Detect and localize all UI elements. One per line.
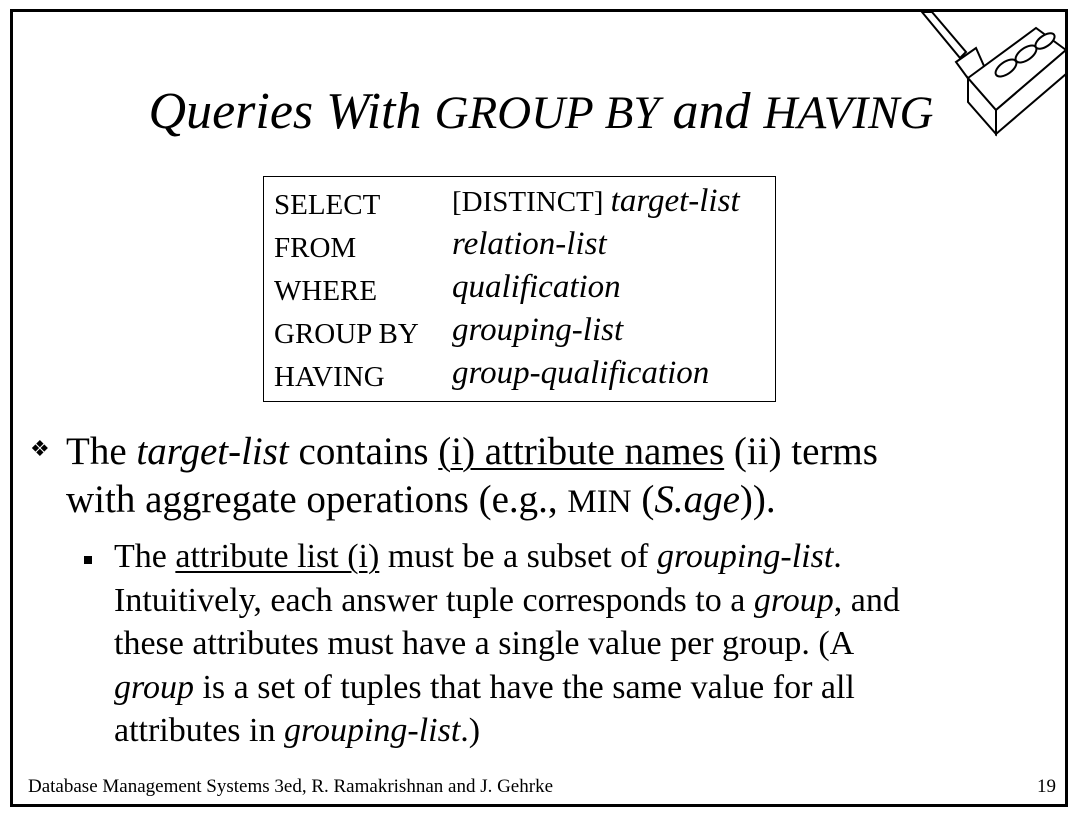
text: .)	[460, 712, 481, 749]
syntax-keyword: GROUP BY	[274, 318, 419, 350]
syntax-value: relation-list	[452, 226, 607, 263]
text: The	[66, 430, 137, 473]
title-having: HAVING	[763, 87, 934, 139]
syntax-value: [DISTINCT] target-list	[452, 183, 740, 220]
text: Intuitively, each answer tuple correspon…	[114, 581, 754, 619]
bullet1-line2: with aggregate operations (e.g., MIN (S.…	[66, 476, 1056, 526]
syntax-qualification: qualification	[452, 269, 621, 305]
footer-source: Database Management Systems 3ed, R. Rama…	[28, 776, 554, 797]
syntax-grouping-list: grouping-list	[452, 312, 624, 348]
text-italic: group	[753, 581, 834, 619]
page-number: 19	[1037, 776, 1056, 797]
text: (ii) terms	[724, 430, 878, 473]
diamond-bullet-icon: ❖	[30, 436, 50, 461]
text-italic: target-list	[136, 430, 289, 473]
text: must be a subset of	[379, 538, 657, 575]
syntax-group-qualification: group-qualification	[452, 355, 710, 391]
syntax-keyword: WHERE	[274, 275, 378, 307]
bullet2-line4: group is a set of tuples that have the s…	[114, 666, 1044, 710]
text-min: MIN	[567, 484, 632, 520]
syntax-keyword: FROM	[274, 232, 357, 264]
syntax-relation-list: relation-list	[452, 226, 607, 262]
bullet2-line1: The attribute list (i) must be a subset …	[114, 535, 1044, 579]
bullet2-line3: these attributes must have a single valu…	[114, 625, 855, 662]
bullet-target-list: The target-list contains (i) attribute n…	[66, 428, 1056, 526]
brick-trowel-logo	[919, 11, 1068, 137]
text-underlined: attribute list (i)	[175, 538, 380, 575]
sql-syntax-box: SELECT [DISTINCT] target-list FROM relat…	[263, 176, 776, 402]
title-text-and: and	[659, 83, 764, 140]
title-text: Queries With	[148, 83, 435, 140]
syntax-keyword: HAVING	[274, 361, 385, 393]
syntax-row-select: SELECT [DISTINCT] target-list	[274, 183, 774, 226]
text: contains	[288, 430, 439, 473]
text-italic: grouping-list	[656, 538, 834, 575]
bullet1-line1: The target-list contains (i) attribute n…	[66, 428, 1056, 476]
text-italic: group	[114, 668, 194, 706]
bullet2-line5: attributes in grouping-list.)	[114, 709, 1044, 753]
text: )).	[739, 478, 776, 521]
syntax-value: grouping-list	[452, 312, 623, 349]
syntax-row-where: WHERE qualification	[274, 269, 774, 312]
text: is a set of tuples that have the same va…	[193, 668, 855, 706]
sub-bullet-attribute-list: The attribute list (i) must be a subset …	[114, 535, 1044, 753]
syntax-value: qualification	[452, 269, 621, 306]
syntax-keyword: SELECT	[274, 189, 381, 221]
text-italic: grouping-list	[283, 712, 461, 749]
syntax-distinct: [DISTINCT]	[452, 186, 611, 218]
text-underlined: (i) attribute names	[438, 430, 725, 473]
text: (	[631, 478, 655, 521]
square-bullet-icon	[84, 556, 92, 564]
syntax-row-from: FROM relation-list	[274, 226, 774, 269]
bullet2-line2: Intuitively, each answer tuple correspon…	[114, 579, 1044, 623]
text: , and	[833, 581, 900, 619]
title-group-by: GROUP BY	[434, 87, 660, 139]
text-italic: S.age	[654, 478, 740, 521]
text: with aggregate operations (e.g.,	[66, 478, 568, 521]
syntax-row-having: HAVING group-qualification	[274, 355, 774, 398]
syntax-value: group-qualification	[452, 355, 709, 392]
text: .	[833, 538, 842, 575]
text: The	[114, 538, 176, 575]
syntax-target-list: target-list	[610, 183, 740, 219]
text: attributes in	[114, 712, 284, 749]
syntax-row-group-by: GROUP BY grouping-list	[274, 312, 774, 355]
